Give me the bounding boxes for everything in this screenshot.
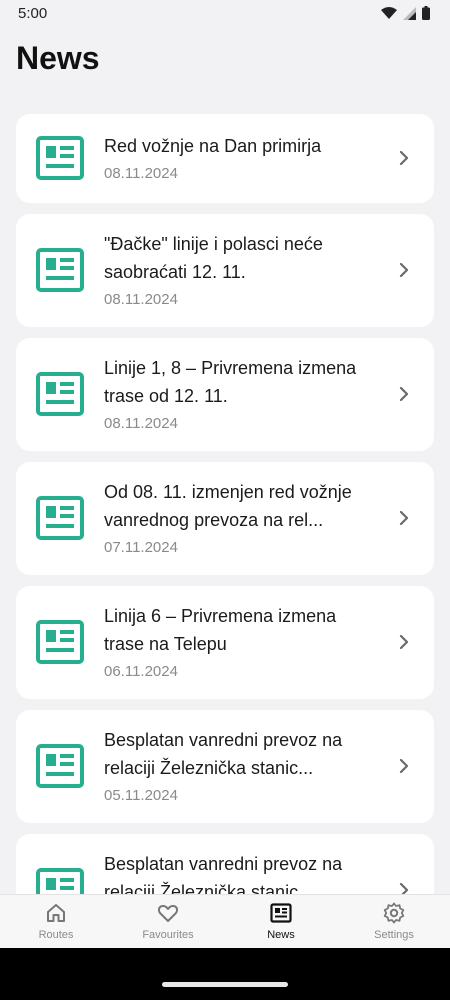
nav-settings-label: Settings: [374, 929, 414, 941]
news-card[interactable]: Od 08. 11. izmenjen red vožnje vanrednog…: [16, 462, 434, 575]
chevron-right-icon: [399, 263, 409, 277]
status-icons: [381, 6, 430, 20]
news-date: 08.11.2024: [104, 165, 178, 182]
cellular-signal-icon: [403, 6, 416, 20]
news-card[interactable]: "Đačke" linije i polasci neće saobraćati…: [16, 214, 434, 327]
nav-favourites-label: Favourites: [142, 929, 194, 941]
news-card[interactable]: Besplatan vanredni prevoz na relaciji Že…: [16, 710, 434, 823]
chevron-right-icon: [399, 759, 409, 773]
home-icon: [47, 904, 65, 922]
newspaper-icon: [36, 496, 84, 540]
nav-news-label: News: [267, 929, 295, 941]
chevron-right-icon: [399, 635, 409, 649]
newspaper-icon: [36, 868, 84, 894]
chevron-right-icon: [399, 883, 409, 894]
news-title: Od 08. 11. izmenjen red vožnje vanrednog…: [104, 482, 352, 530]
gear-icon: [383, 902, 405, 924]
newspaper-icon: [36, 744, 84, 788]
news-date: 08.11.2024: [104, 291, 178, 308]
page-title: News: [16, 40, 100, 76]
status-time: 5:00: [18, 5, 48, 22]
heart-icon: [157, 904, 179, 922]
status-bar: 5:00: [0, 0, 450, 28]
nav-news[interactable]: News: [225, 895, 337, 948]
chevron-right-icon: [399, 151, 409, 165]
news-title: Red vožnje na Dan primirja: [104, 136, 322, 156]
bottom-navigation: Routes Favourites News Settings: [0, 894, 450, 948]
system-navigation-bar: [0, 948, 450, 1000]
newspaper-icon: [36, 248, 84, 292]
news-date: 05.11.2024: [104, 787, 178, 804]
news-list[interactable]: Red vožnje na Dan primirja 08.11.2024 "Đ…: [16, 114, 434, 894]
newspaper-icon: [36, 372, 84, 416]
nav-settings[interactable]: Settings: [338, 895, 450, 948]
news-card[interactable]: Red vožnje na Dan primirja 08.11.2024: [16, 114, 434, 203]
news-title: "Đačke" linije i polasci neće saobraćati…: [104, 234, 323, 282]
news-card[interactable]: Linija 6 – Privremena izmena trase na Te…: [16, 586, 434, 699]
newspaper-icon: [36, 136, 84, 180]
news-title: Besplatan vanredni prevoz na relaciji Že…: [104, 854, 343, 894]
newspaper-icon: [270, 903, 292, 923]
news-title: Besplatan vanredni prevoz na relaciji Že…: [104, 730, 343, 778]
chevron-right-icon: [399, 511, 409, 525]
news-date: 07.11.2024: [104, 539, 178, 556]
news-date: 08.11.2024: [104, 415, 178, 432]
nav-routes-label: Routes: [38, 929, 74, 941]
wifi-icon: [381, 6, 397, 19]
news-date: 06.11.2024: [104, 663, 178, 680]
home-gesture-handle[interactable]: [162, 982, 288, 987]
nav-routes[interactable]: Routes: [0, 895, 112, 948]
newspaper-icon: [36, 620, 84, 664]
news-title: Linija 6 – Privremena izmena trase na Te…: [104, 606, 337, 654]
news-card[interactable]: Linije 1, 8 – Privremena izmena trase od…: [16, 338, 434, 451]
battery-icon: [422, 6, 430, 20]
chevron-right-icon: [399, 387, 409, 401]
news-card[interactable]: Besplatan vanredni prevoz na relaciji Že…: [16, 834, 434, 894]
news-title: Linije 1, 8 – Privremena izmena trase od…: [104, 358, 357, 406]
nav-favourites[interactable]: Favourites: [112, 895, 224, 948]
